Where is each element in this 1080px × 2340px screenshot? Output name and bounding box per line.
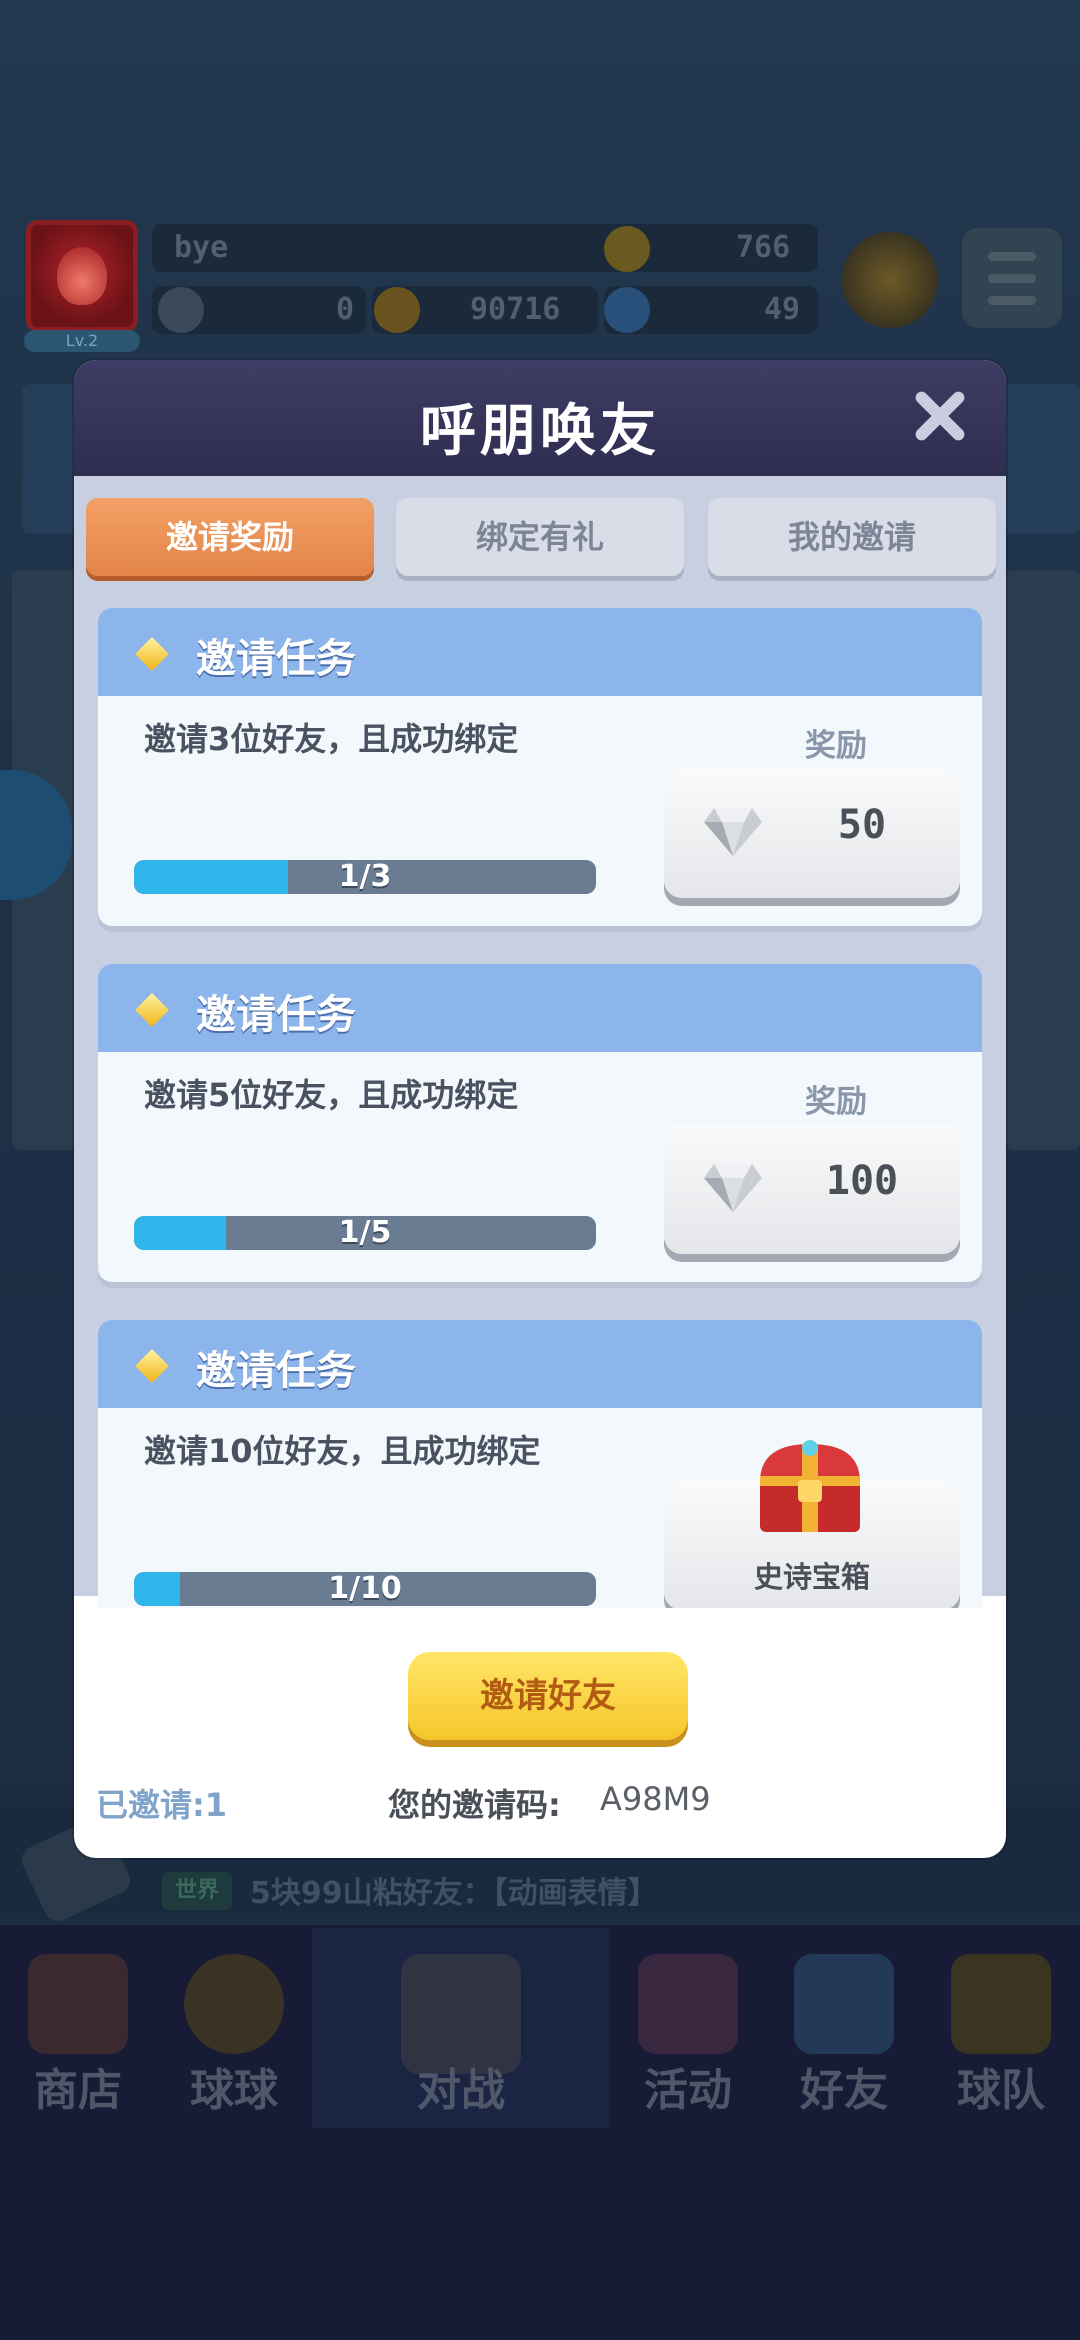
player-name: bye xyxy=(174,230,229,265)
shop-icon xyxy=(28,1954,128,2054)
invite-task-card: 邀请任务 邀请3位好友，且成功绑定 奖励 1/3 50 xyxy=(98,608,982,926)
task-progress-bar: 1/10 xyxy=(134,1572,596,1606)
nav-label: 球队 xyxy=(957,2065,1045,2116)
diamond-icon xyxy=(704,1164,762,1212)
invite-friends-button[interactable]: 邀请好友 xyxy=(408,1652,688,1740)
reward-amount: 50 xyxy=(837,802,887,848)
invite-friends-dialog: 呼朋唤友 邀请奖励 绑定有礼 我的邀请 邀请任务 邀请3位好友，且成功绑定 奖励… xyxy=(74,360,1006,1858)
nav-events[interactable]: 活动 xyxy=(610,1928,766,2128)
coin-count: 90716 xyxy=(470,292,561,327)
task-card-header: 邀请任务 xyxy=(98,608,982,696)
progress-text: 1/3 xyxy=(338,860,392,894)
menu-button[interactable] xyxy=(962,228,1062,328)
reward-label: 奖励 xyxy=(805,1084,867,1120)
side-panel-right-lower xyxy=(1006,570,1080,1150)
invite-task-card: 邀请任务 邀请5位好友，且成功绑定 奖励 1/5 100 xyxy=(98,964,982,1282)
treasure-chest-icon xyxy=(760,1440,860,1532)
reward-name: 史诗宝箱 xyxy=(753,1560,870,1594)
nav-balls[interactable]: 球球 xyxy=(156,1928,312,2128)
reward-amount: 100 xyxy=(825,1158,899,1204)
task-description: 邀请3位好友，且成功绑定 xyxy=(144,720,519,758)
star-diamond-icon xyxy=(135,1349,169,1383)
task-description: 邀请10位好友，且成功绑定 xyxy=(144,1432,541,1470)
tab-bind-gifts[interactable]: 绑定有礼 xyxy=(396,498,684,576)
claim-reward-button[interactable]: 史诗宝箱 xyxy=(664,1440,960,1608)
invited-count: 已邀请:1 xyxy=(96,1786,228,1824)
invite-task-card: 邀请任务 邀请10位好友，且成功绑定 1/10 史诗宝箱 xyxy=(98,1320,982,1608)
nav-label: 对战 xyxy=(417,2065,505,2116)
nav-label: 好友 xyxy=(800,2065,888,2116)
progress-text: 1/5 xyxy=(338,1216,392,1250)
task-title: 邀请任务 xyxy=(196,636,356,682)
ball-icon xyxy=(184,1954,284,2054)
nav-label: 活动 xyxy=(644,2065,732,2116)
task-title: 邀请任务 xyxy=(196,992,356,1038)
task-card-header: 邀请任务 xyxy=(98,964,982,1052)
task-progress-bar: 1/3 xyxy=(134,860,596,894)
player-level: Lv.2 xyxy=(24,330,140,352)
nav-shop[interactable]: 商店 xyxy=(0,1928,156,2128)
nav-friends[interactable]: 好友 xyxy=(766,1928,922,2128)
task-card-header: 邀请任务 xyxy=(98,1320,982,1408)
task-progress-bar: 1/5 xyxy=(134,1216,596,1250)
gem-icon[interactable] xyxy=(604,287,650,333)
task-title: 邀请任务 xyxy=(196,1348,356,1394)
plus-icon[interactable] xyxy=(158,287,204,333)
star-diamond-icon xyxy=(135,993,169,1027)
nav-label: 商店 xyxy=(34,2065,122,2116)
whistle-icon xyxy=(951,1954,1051,2054)
dialog-title: 呼朋唤友 xyxy=(420,399,660,464)
chat-message: 5块99山粘好友：【动画表情】 xyxy=(250,1876,658,1911)
nav-battle[interactable]: 对战 xyxy=(312,1928,610,2128)
party-popper-icon xyxy=(638,1954,738,2054)
claim-reward-button[interactable]: 50 xyxy=(664,768,960,898)
task-list[interactable]: 邀请任务 邀请3位好友，且成功绑定 奖励 1/3 50 邀请任务 邀请5位好友，… xyxy=(98,608,982,1608)
star-diamond-icon xyxy=(135,637,169,671)
friends-book-icon xyxy=(794,1954,894,2054)
player-name-bar xyxy=(152,224,818,272)
invite-code-value[interactable]: A98M9 xyxy=(600,1780,711,1818)
gem-count: 49 xyxy=(764,292,801,327)
dialog-header: 呼朋唤友 xyxy=(74,360,1006,476)
trophy-icon xyxy=(604,226,650,272)
claim-reward-button[interactable]: 100 xyxy=(664,1124,960,1254)
nav-team[interactable]: 球队 xyxy=(922,1928,1080,2128)
stat-zero: 0 xyxy=(336,292,355,327)
player-avatar[interactable] xyxy=(26,220,138,332)
progress-text: 1/10 xyxy=(328,1572,402,1606)
nav-label: 球球 xyxy=(190,2065,278,2116)
close-icon[interactable] xyxy=(912,388,968,444)
rank-badge-icon[interactable] xyxy=(842,232,938,328)
tab-invite-rewards[interactable]: 邀请奖励 xyxy=(86,498,374,576)
tab-my-invites[interactable]: 我的邀请 xyxy=(708,498,996,576)
invite-code-label: 您的邀请码: xyxy=(388,1786,561,1824)
trophy-count: 766 xyxy=(736,230,791,265)
task-description: 邀请5位好友，且成功绑定 xyxy=(144,1076,519,1114)
diamond-icon xyxy=(704,808,762,856)
reward-label: 奖励 xyxy=(805,728,867,764)
coin-icon[interactable] xyxy=(374,287,420,333)
chat-channel-tag: 世界 xyxy=(162,1872,232,1910)
